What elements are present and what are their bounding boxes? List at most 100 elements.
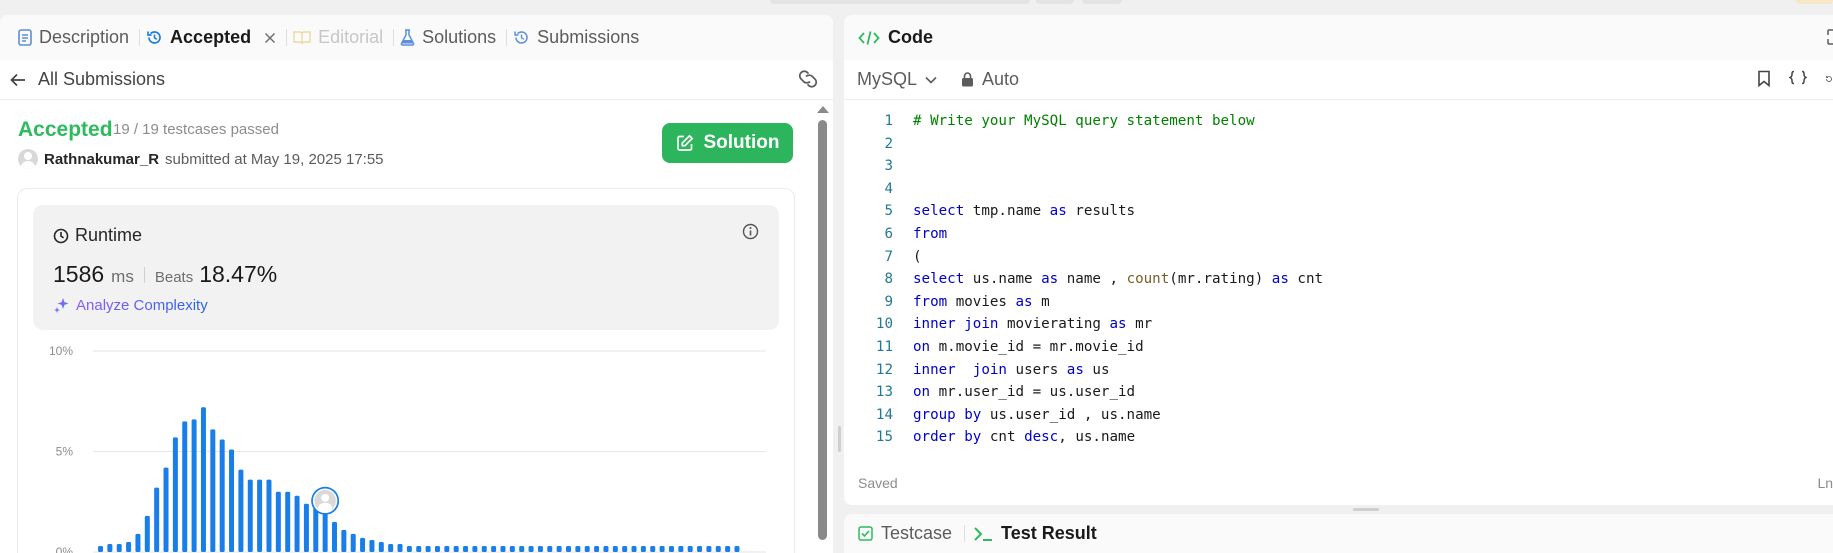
chart-bar[interactable] [650, 545, 656, 552]
tab-testcase[interactable]: Testcase [858, 523, 964, 544]
code-line[interactable]: 5 select tmp.name as results [844, 200, 1833, 223]
chart-bar[interactable] [229, 449, 235, 552]
chart-bar[interactable] [603, 545, 609, 552]
chart-bar[interactable] [369, 539, 375, 552]
chart-bar[interactable] [575, 545, 581, 552]
chart-bar[interactable] [640, 545, 646, 552]
code-line[interactable]: 12 inner join users as us [844, 359, 1833, 382]
chart-bar[interactable] [341, 529, 347, 552]
chart-bar[interactable] [453, 545, 459, 552]
chart-bar[interactable] [378, 541, 384, 552]
tab-accepted[interactable]: Accepted [140, 15, 286, 60]
panel-resize-handle[interactable] [838, 426, 841, 452]
chart-bar[interactable] [275, 491, 281, 552]
runtime-distribution-chart[interactable]: 10% 5% 0% [33, 340, 793, 553]
code-line[interactable]: 13 on mr.user_id = us.user_id [844, 381, 1833, 404]
close-icon[interactable] [264, 32, 276, 44]
chart-bar[interactable] [388, 543, 394, 552]
tab-submissions[interactable]: Submissions [507, 15, 649, 60]
chart-bar[interactable] [172, 437, 178, 552]
language-select[interactable]: MySQL [857, 69, 937, 90]
code-line[interactable]: 10 inner join movierating as mr [844, 313, 1833, 336]
scroll-up-arrow[interactable] [817, 106, 829, 113]
chart-bar[interactable] [182, 421, 188, 552]
code-line[interactable]: 4 [844, 178, 1833, 201]
chart-bar[interactable] [706, 545, 712, 552]
tab-editorial[interactable]: Editorial [287, 15, 393, 60]
chart-bar[interactable] [631, 545, 637, 552]
chart-bar[interactable] [678, 545, 684, 552]
chart-bar[interactable] [659, 545, 665, 552]
chart-bar[interactable] [612, 545, 618, 552]
chart-bar[interactable] [238, 469, 244, 552]
chart-bar[interactable] [116, 543, 122, 552]
chart-bar[interactable] [668, 545, 674, 552]
chart-bar[interactable] [500, 545, 506, 552]
bookmark-icon[interactable] [1757, 70, 1771, 87]
code-line[interactable]: 6 from [844, 223, 1833, 246]
chart-bar[interactable] [303, 503, 309, 552]
chart-bar[interactable] [313, 507, 319, 552]
avatar[interactable] [18, 149, 38, 169]
chart-bar[interactable] [444, 545, 450, 552]
chart-bar[interactable] [360, 537, 366, 552]
chart-bar[interactable] [200, 407, 206, 552]
chart-bar[interactable] [509, 545, 515, 552]
auto-mode-toggle[interactable]: Auto [961, 69, 1019, 90]
chart-bar[interactable] [416, 545, 422, 552]
chart-bar[interactable] [697, 545, 703, 552]
format-braces-icon[interactable] [1789, 70, 1807, 87]
chart-bar[interactable] [566, 545, 571, 552]
chart-bar[interactable] [350, 533, 356, 552]
code-line[interactable]: 14 group by us.user_id , us.name [844, 404, 1833, 427]
chart-bar[interactable] [257, 479, 263, 552]
chart-bar[interactable] [725, 545, 731, 552]
chart-bar[interactable] [210, 429, 216, 552]
chart-bar[interactable] [154, 487, 160, 552]
chart-bar[interactable] [163, 467, 169, 552]
chart-bar[interactable] [332, 521, 337, 552]
chart-bar[interactable] [622, 545, 628, 552]
chart-bar[interactable] [322, 513, 328, 552]
username[interactable]: Rathnakumar_R [44, 151, 159, 168]
chart-bar[interactable] [491, 545, 497, 552]
chart-bar[interactable] [406, 545, 412, 552]
chart-bar[interactable] [734, 545, 740, 552]
chart-bar[interactable] [472, 545, 478, 552]
chart-bar[interactable] [144, 515, 150, 552]
code-line[interactable]: 9 from movies as m [844, 291, 1833, 314]
chart-bar[interactable] [425, 545, 431, 552]
chart-bar[interactable] [397, 543, 403, 552]
chart-bar[interactable] [715, 545, 721, 552]
chart-bar[interactable] [528, 545, 534, 552]
solution-button[interactable]: Solution [662, 123, 793, 163]
code-line[interactable]: 15 order by cnt desc, us.name [844, 426, 1833, 449]
code-line[interactable]: 7( [844, 246, 1833, 269]
chart-bar[interactable] [463, 545, 469, 552]
vertical-resize-handle[interactable] [1353, 508, 1379, 511]
expand-icon[interactable] [1827, 29, 1833, 45]
scrollbar-thumb[interactable] [818, 120, 827, 540]
chart-bar[interactable] [98, 545, 103, 552]
chart-bar[interactable] [191, 419, 197, 552]
chart-bar[interactable] [481, 545, 487, 552]
chart-bar[interactable] [687, 545, 693, 552]
chart-bar[interactable] [135, 533, 141, 552]
code-line[interactable]: 3 [844, 155, 1833, 178]
chart-bar[interactable] [584, 545, 590, 552]
reset-icon[interactable] [1825, 71, 1833, 87]
info-icon[interactable] [742, 223, 759, 240]
chart-bar[interactable] [547, 545, 553, 552]
tab-solutions[interactable]: Solutions [394, 15, 506, 60]
chart-bar[interactable] [434, 545, 440, 552]
tab-description[interactable]: Description [12, 15, 139, 60]
chart-bar[interactable] [247, 479, 253, 552]
chart-bar[interactable] [556, 545, 562, 552]
runtime-card[interactable]: Runtime 1586 ms Beats 18.47% Analyze Com… [33, 205, 779, 330]
chart-bar[interactable] [126, 541, 132, 552]
chart-bar[interactable] [594, 545, 600, 552]
share-link-icon[interactable] [797, 70, 819, 88]
chart-bar[interactable] [294, 495, 300, 552]
all-submissions-link[interactable]: All Submissions [10, 69, 165, 90]
code-line[interactable]: 1 # Write your MySQL query statement belo… [844, 110, 1833, 133]
